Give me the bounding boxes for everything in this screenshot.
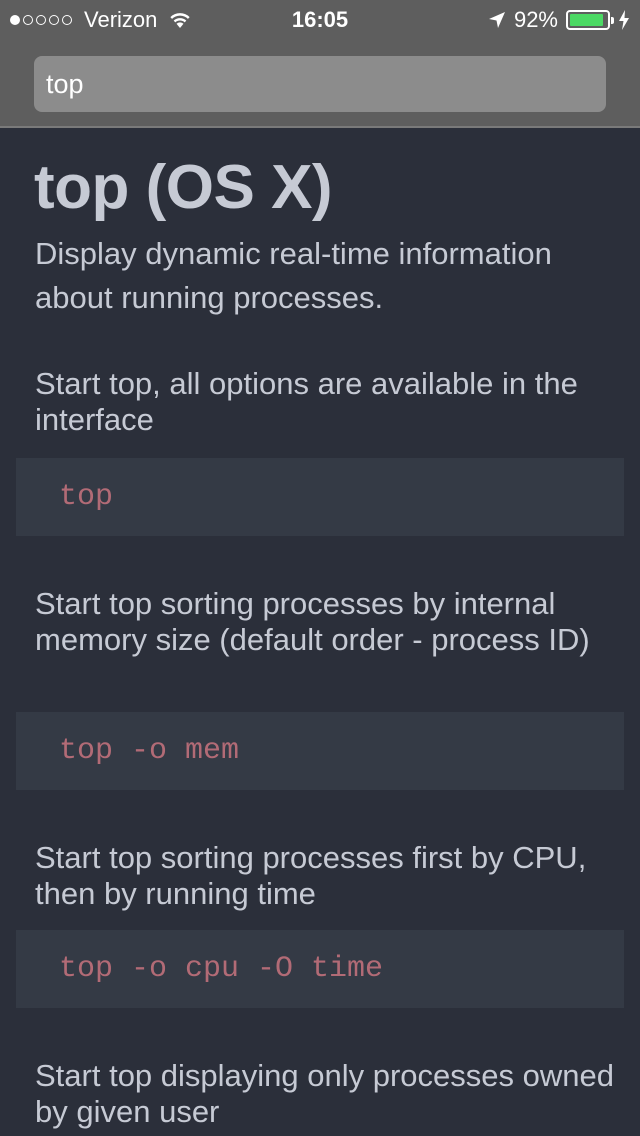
example-description: Start top displaying only processes owne…: [35, 1058, 614, 1129]
code-block: top -o mem: [16, 712, 624, 790]
page-content: top (OS X) Display dynamic real-time inf…: [0, 130, 640, 1136]
search-input[interactable]: [34, 56, 606, 112]
page-description: Display dynamic real-time information ab…: [35, 236, 552, 315]
battery-cap: [611, 17, 614, 24]
battery-percent: 92%: [513, 7, 558, 32]
example-description: Start top, all options are available in …: [35, 366, 578, 437]
status-bar: Verizon 16:05 92%: [0, 0, 640, 40]
example-description: Start top sorting processes first by CPU…: [35, 840, 587, 911]
charging-icon: [619, 10, 629, 30]
status-right: 92%: [488, 6, 630, 34]
page-title: top (OS X): [34, 153, 333, 222]
location-arrow-icon: [488, 12, 505, 28]
example-description: Start top sorting processes by internal …: [35, 586, 590, 657]
battery-fill: [570, 14, 603, 26]
code-block: top: [16, 458, 624, 536]
search-bar: [0, 40, 640, 128]
battery-icon: [566, 10, 614, 30]
code-block: top -o cpu -O time: [16, 930, 624, 1008]
